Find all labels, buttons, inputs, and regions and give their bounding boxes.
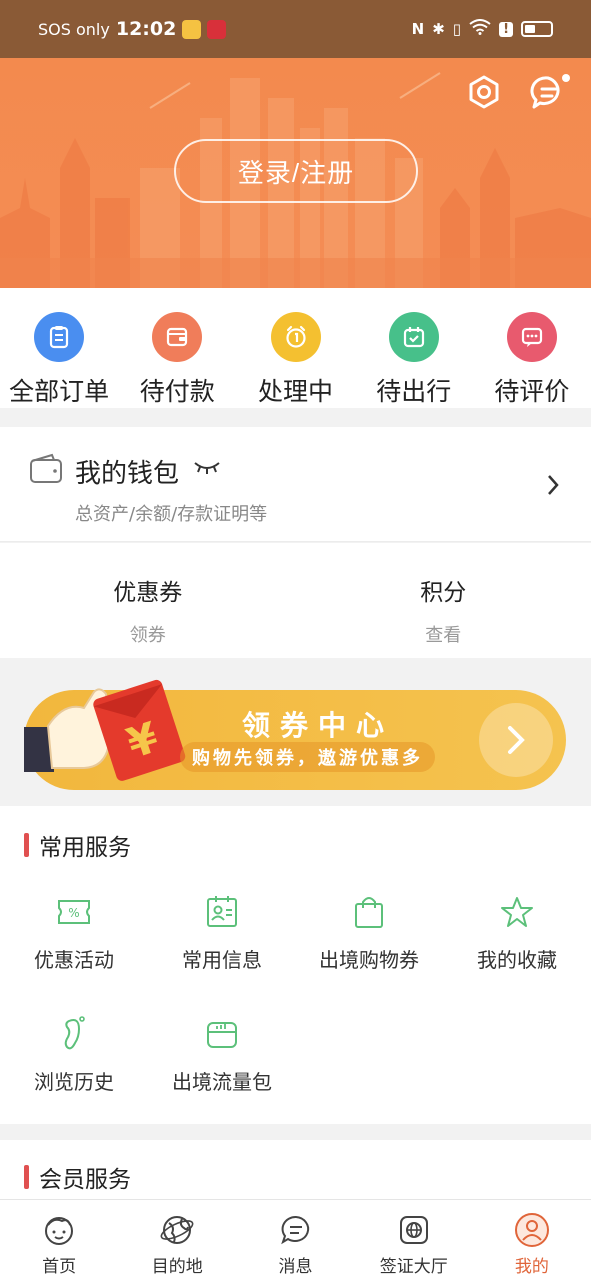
tab-label: 首页 bbox=[42, 1257, 77, 1277]
order-processing[interactable]: 处理中 bbox=[236, 288, 354, 408]
section-title: 常用服务 bbox=[24, 828, 131, 862]
points-entry[interactable]: 积分 查看 bbox=[296, 543, 591, 658]
ticket-icon: % bbox=[54, 892, 94, 932]
chevron-right-icon bbox=[479, 703, 553, 777]
order-pending-payment[interactable]: 待付款 bbox=[118, 288, 236, 408]
tab-visa[interactable]: 签证大厅 bbox=[355, 1200, 473, 1280]
tab-label: 消息 bbox=[278, 1257, 313, 1277]
tab-label: 我的 bbox=[514, 1257, 549, 1277]
star-icon bbox=[497, 892, 537, 932]
chat-icon bbox=[506, 312, 557, 362]
banner-title: 领券中心 bbox=[242, 709, 395, 742]
footprint-icon bbox=[54, 1014, 94, 1054]
home-face-icon bbox=[41, 1212, 77, 1248]
red-envelope-hand-illustration: ¥ bbox=[24, 672, 194, 796]
bluetooth-icon: ✱ bbox=[432, 20, 445, 38]
profile-icon bbox=[514, 1212, 550, 1248]
svg-text:%: % bbox=[68, 906, 79, 920]
asset-subtitle: 领券 bbox=[129, 625, 166, 646]
service-shopping-coupon[interactable]: 出境购物券 bbox=[295, 892, 443, 973]
calendar-check-icon bbox=[388, 312, 439, 362]
service-label: 常用信息 bbox=[182, 948, 262, 972]
section-title-text: 会员服务 bbox=[39, 1167, 131, 1193]
status-left: SOS only 12:02 bbox=[38, 18, 227, 40]
carrier-text: SOS only bbox=[38, 19, 110, 39]
asset-subtitle: 查看 bbox=[425, 625, 462, 646]
order-label: 处理中 bbox=[258, 377, 334, 406]
order-pending-review[interactable]: 待评价 bbox=[473, 288, 591, 408]
asset-title: 优惠券 bbox=[113, 580, 183, 606]
service-promotions[interactable]: % 优惠活动 bbox=[0, 892, 148, 973]
tab-destinations[interactable]: 目的地 bbox=[118, 1200, 236, 1280]
bottom-tab-bar: 首页 目的地 消息 签证大厅 我的 bbox=[0, 1199, 591, 1280]
id-card-icon bbox=[202, 892, 242, 932]
wallet-title: 我的钱包 bbox=[75, 459, 180, 489]
settings-icon[interactable] bbox=[466, 74, 502, 110]
asset-title: 积分 bbox=[420, 580, 467, 606]
wallet-icon bbox=[152, 312, 203, 362]
login-register-button[interactable]: 登录/注册 bbox=[174, 139, 418, 203]
status-time: 12:02 bbox=[115, 18, 177, 40]
order-label: 待评价 bbox=[494, 377, 570, 406]
service-common-info[interactable]: 常用信息 bbox=[148, 892, 296, 973]
shopping-bag-icon bbox=[349, 892, 389, 932]
clipboard-icon bbox=[34, 312, 85, 362]
coupon-center-banner[interactable]: ¥ 领券中心 购物先领券，遨游优惠多 bbox=[24, 679, 566, 790]
order-label: 全部订单 bbox=[9, 377, 110, 406]
order-label: 待付款 bbox=[139, 377, 215, 406]
order-shortcuts: 全部订单 待付款 处理中 待出行 待评价 bbox=[0, 288, 591, 408]
tab-messages[interactable]: 消息 bbox=[236, 1200, 354, 1280]
service-data-package[interactable]: 出境流量包 bbox=[148, 1014, 296, 1095]
tab-label: 签证大厅 bbox=[379, 1257, 448, 1277]
member-services-section: 会员服务 bbox=[0, 1140, 591, 1200]
sim-card-icon bbox=[202, 1014, 242, 1054]
order-all-orders[interactable]: 全部订单 bbox=[0, 288, 118, 408]
wifi-icon bbox=[469, 19, 491, 39]
section-marker bbox=[24, 1165, 29, 1189]
vibrate-icon: ▯ bbox=[452, 20, 462, 38]
order-label: 待出行 bbox=[376, 377, 452, 406]
chevron-right-icon bbox=[545, 473, 561, 501]
wallet-subtitle: 总资产/余额/存款证明等 bbox=[75, 504, 268, 525]
notification-app-icon-2 bbox=[207, 19, 227, 39]
banner-subtitle: 购物先领券，遨游优惠多 bbox=[180, 742, 435, 772]
section-marker bbox=[24, 833, 29, 857]
assets-row: 优惠券 领券 积分 查看 bbox=[0, 543, 591, 658]
service-label: 出境流量包 bbox=[172, 1070, 272, 1094]
visa-icon bbox=[396, 1212, 432, 1248]
notification-app-icon bbox=[182, 19, 202, 39]
section-title-text: 常用服务 bbox=[39, 835, 131, 861]
service-favorites[interactable]: 我的收藏 bbox=[443, 892, 591, 973]
service-history[interactable]: 浏览历史 bbox=[0, 1014, 148, 1095]
alert-icon: ! bbox=[499, 21, 513, 37]
service-label: 优惠活动 bbox=[34, 948, 114, 972]
section-title: 会员服务 bbox=[24, 1160, 131, 1194]
wallet-icon bbox=[28, 451, 64, 489]
tab-mine[interactable]: 我的 bbox=[473, 1200, 591, 1280]
globe-icon bbox=[159, 1212, 195, 1248]
service-label: 我的收藏 bbox=[477, 948, 557, 972]
message-center-icon[interactable] bbox=[530, 74, 570, 112]
order-pending-travel[interactable]: 待出行 bbox=[355, 288, 473, 408]
service-label: 浏览历史 bbox=[34, 1070, 114, 1094]
service-label: 出境购物券 bbox=[319, 948, 419, 972]
nfc-icon: N bbox=[411, 20, 425, 38]
status-bar: SOS only 12:02 N ✱ ▯ ! bbox=[0, 0, 591, 58]
wallet-row[interactable]: 我的钱包 总资产/余额/存款证明等 bbox=[0, 427, 591, 542]
alarm-clock-icon bbox=[270, 312, 321, 362]
tab-home[interactable]: 首页 bbox=[0, 1200, 118, 1280]
coupons-entry[interactable]: 优惠券 领券 bbox=[0, 543, 296, 658]
battery-icon bbox=[521, 21, 553, 37]
tab-label: 目的地 bbox=[151, 1257, 203, 1277]
hide-balance-eye-icon[interactable] bbox=[192, 459, 222, 479]
status-right: N ✱ ▯ ! bbox=[412, 19, 553, 39]
message-icon bbox=[278, 1212, 314, 1248]
profile-header: 登录/注册 bbox=[0, 58, 591, 288]
common-services-section: 常用服务 % 优惠活动 常用信息 出境购物券 我的收藏 浏览历史 出境流量包 bbox=[0, 806, 591, 1124]
